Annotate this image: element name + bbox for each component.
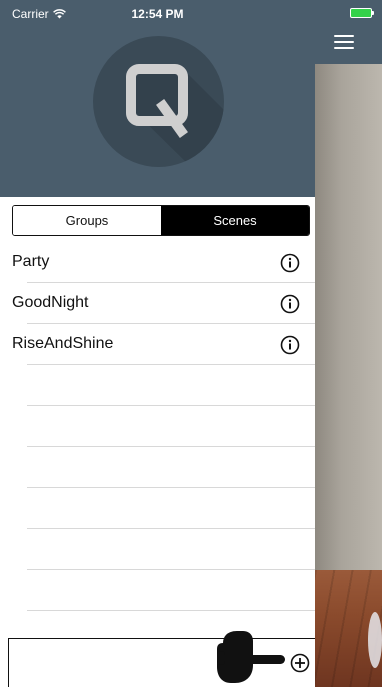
- empty-list-row: [0, 570, 315, 611]
- list-item[interactable]: GoodNight: [0, 283, 315, 324]
- segment-groups[interactable]: Groups: [13, 206, 161, 235]
- battery-icon: [350, 8, 374, 18]
- scene-label: GoodNight: [12, 294, 89, 311]
- floor-light-reflection: [368, 612, 382, 668]
- pointing-hand-icon: [217, 631, 285, 683]
- scene-label: RiseAndShine: [12, 335, 114, 352]
- room-wall-image: [315, 64, 382, 570]
- scene-label: Party: [12, 253, 50, 270]
- hamburger-menu-icon[interactable]: [334, 35, 354, 49]
- status-bar: Carrier 12:54 PM: [0, 0, 382, 28]
- row-separator: [27, 610, 315, 611]
- side-drawer: Groups Scenes Party GoodNight RiseAndShi…: [0, 0, 315, 687]
- list-item[interactable]: RiseAndShine: [0, 324, 315, 365]
- app-logo: [93, 36, 224, 167]
- empty-list-row: [0, 529, 315, 570]
- empty-list-row: [0, 365, 315, 406]
- underlying-view: [315, 0, 382, 687]
- list-item[interactable]: Party: [0, 242, 315, 283]
- segment-scenes[interactable]: Scenes: [161, 206, 309, 235]
- q-logo-icon: [126, 64, 224, 167]
- scenes-list: Party GoodNight RiseAndShine: [0, 242, 315, 611]
- info-icon[interactable]: [280, 335, 300, 355]
- info-icon[interactable]: [280, 294, 300, 314]
- drawer-header: [0, 0, 315, 197]
- status-time: 12:54 PM: [131, 7, 184, 21]
- groups-scenes-segmented-control[interactable]: Groups Scenes: [12, 205, 310, 236]
- empty-list-row: [0, 488, 315, 529]
- add-circle-icon[interactable]: [290, 653, 310, 673]
- empty-list-row: [0, 447, 315, 488]
- add-scene-bar: [8, 631, 315, 687]
- info-icon[interactable]: [280, 253, 300, 273]
- empty-list-row: [0, 406, 315, 447]
